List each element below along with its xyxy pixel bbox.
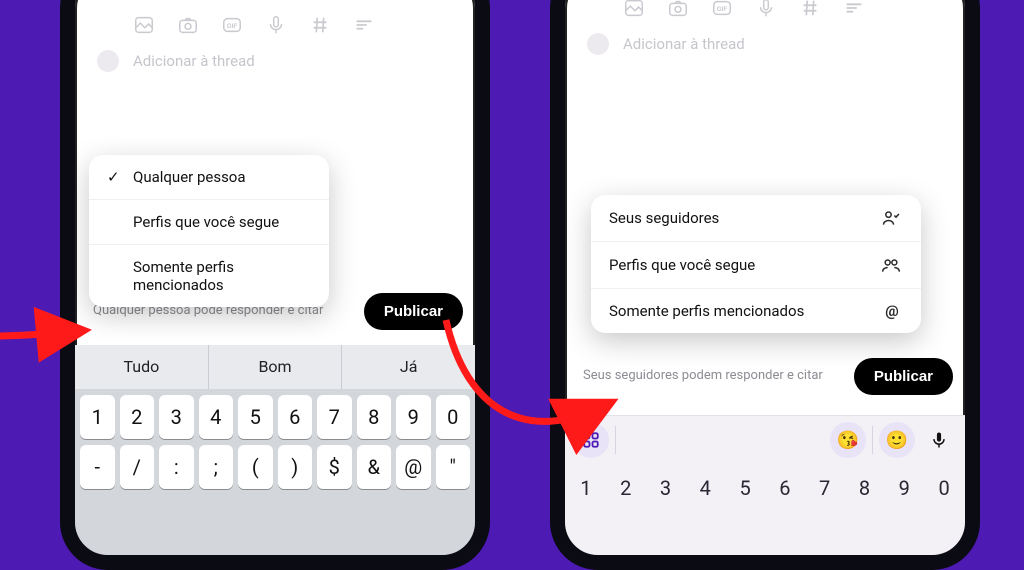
reply-scope-hint[interactable]: Seus seguidores podem responder e citar xyxy=(583,368,823,384)
key[interactable]: 1 xyxy=(567,464,605,512)
key[interactable]: " xyxy=(436,445,471,489)
publish-button[interactable]: Publicar xyxy=(364,293,463,330)
compose-footer: Seus seguidores podem responder e citar … xyxy=(565,358,965,395)
phone-left: Ola! GIF Adicionar à thread ✓ Qualquer p… xyxy=(60,0,490,570)
hash-icon[interactable] xyxy=(799,0,821,19)
ios-keyboard: Tudo Bom Já 1 2 3 4 5 6 7 8 9 0 - / : ; … xyxy=(75,345,475,555)
separator xyxy=(615,426,616,454)
avatar-placeholder xyxy=(97,50,119,72)
key[interactable]: 6 xyxy=(766,464,804,512)
key[interactable]: 7 xyxy=(317,395,352,439)
option-label: Perfis que você segue xyxy=(133,213,311,231)
add-thread-row[interactable]: Adicionar à thread xyxy=(75,46,475,72)
key[interactable]: $ xyxy=(317,445,352,489)
emoji-suggestion[interactable]: 🙂 xyxy=(879,422,915,458)
key[interactable]: 0 xyxy=(925,464,963,512)
add-thread-label: Adicionar à thread xyxy=(623,35,745,53)
key[interactable]: @ xyxy=(396,445,431,489)
at-icon: @ xyxy=(881,302,903,320)
reply-option-anyone[interactable]: ✓ Qualquer pessoa xyxy=(89,155,329,200)
reply-option-followers[interactable]: Seus seguidores xyxy=(591,195,921,242)
svg-text:GIF: GIF xyxy=(717,6,728,13)
option-label: Seus seguidores xyxy=(609,209,719,227)
separator xyxy=(872,426,873,454)
key[interactable]: 2 xyxy=(607,464,645,512)
key[interactable]: 0 xyxy=(436,395,471,439)
key[interactable]: 8 xyxy=(846,464,884,512)
mic-icon[interactable] xyxy=(755,0,777,19)
keyboard-symbol-row: - / : ; ( ) $ & @ " xyxy=(75,439,475,489)
reply-option-mentioned[interactable]: Somente perfis mencionados xyxy=(89,245,329,307)
key[interactable]: 5 xyxy=(726,464,764,512)
check-icon: ✓ xyxy=(107,168,123,186)
option-label: Somente perfis mencionados xyxy=(133,258,311,294)
publish-button[interactable]: Publicar xyxy=(854,358,953,395)
people-icon xyxy=(881,255,903,275)
key[interactable]: : xyxy=(159,445,194,489)
key[interactable]: / xyxy=(120,445,155,489)
svg-text:GIF: GIF xyxy=(227,23,238,30)
camera-icon[interactable] xyxy=(177,14,199,36)
key[interactable]: ) xyxy=(278,445,313,489)
suggestion[interactable]: Bom xyxy=(209,345,343,389)
suggestion[interactable]: Já xyxy=(342,345,475,389)
key[interactable]: 1 xyxy=(80,395,115,439)
keyboard-suggestion-bar: 😘 🙂 xyxy=(565,416,965,464)
lines-icon[interactable] xyxy=(843,0,865,19)
person-check-icon xyxy=(881,208,903,228)
gif-icon[interactable]: GIF xyxy=(221,14,243,36)
attachment-row: GIF xyxy=(565,0,965,29)
key[interactable]: 2 xyxy=(120,395,155,439)
emoji-suggestion[interactable]: 😘 xyxy=(830,422,866,458)
key[interactable]: 5 xyxy=(238,395,273,439)
key[interactable]: 9 xyxy=(885,464,923,512)
hash-icon[interactable] xyxy=(309,14,331,36)
reply-option-following[interactable]: Perfis que você segue xyxy=(591,242,921,289)
android-keyboard: 😘 🙂 1 2 3 4 5 6 7 8 9 0 xyxy=(565,415,965,555)
option-label: Somente perfis mencionados xyxy=(609,302,804,320)
keyboard-suggestions: Tudo Bom Já xyxy=(75,345,475,389)
key[interactable]: 3 xyxy=(159,395,194,439)
apps-icon[interactable] xyxy=(573,422,609,458)
avatar-placeholder xyxy=(587,33,609,55)
gallery-icon[interactable] xyxy=(623,0,645,19)
lines-icon[interactable] xyxy=(353,14,375,36)
reply-options-menu: ✓ Qualquer pessoa Perfis que você segue … xyxy=(89,155,329,307)
attachment-row: GIF xyxy=(75,6,475,46)
reply-options-menu: Seus seguidores Perfis que você segue So… xyxy=(591,195,921,333)
keyboard-number-row: 1 2 3 4 5 6 7 8 9 0 xyxy=(75,389,475,439)
option-label: Qualquer pessoa xyxy=(133,168,311,186)
key[interactable]: 7 xyxy=(806,464,844,512)
key[interactable]: 3 xyxy=(647,464,685,512)
gif-icon[interactable]: GIF xyxy=(711,0,733,19)
key[interactable]: 4 xyxy=(199,395,234,439)
suggestion[interactable]: Tudo xyxy=(75,345,209,389)
key[interactable]: - xyxy=(80,445,115,489)
phone-right: GIF Adicionar à thread Seus seguidores P… xyxy=(550,0,980,570)
key[interactable]: & xyxy=(357,445,392,489)
key[interactable]: 8 xyxy=(357,395,392,439)
add-thread-label: Adicionar à thread xyxy=(133,52,255,70)
add-thread-row[interactable]: Adicionar à thread xyxy=(565,29,965,55)
key[interactable]: 6 xyxy=(278,395,313,439)
camera-icon[interactable] xyxy=(667,0,689,19)
reply-option-mentioned[interactable]: Somente perfis mencionados @ xyxy=(591,289,921,333)
key[interactable]: 4 xyxy=(686,464,724,512)
keyboard-number-row: 1 2 3 4 5 6 7 8 9 0 xyxy=(565,464,965,512)
gallery-icon[interactable] xyxy=(133,14,155,36)
mic-icon[interactable] xyxy=(265,14,287,36)
reply-option-following[interactable]: Perfis que você segue xyxy=(89,200,329,245)
mic-icon[interactable] xyxy=(921,422,957,458)
key[interactable]: ( xyxy=(238,445,273,489)
option-label: Perfis que você segue xyxy=(609,256,755,274)
key[interactable]: ; xyxy=(199,445,234,489)
key[interactable]: 9 xyxy=(396,395,431,439)
